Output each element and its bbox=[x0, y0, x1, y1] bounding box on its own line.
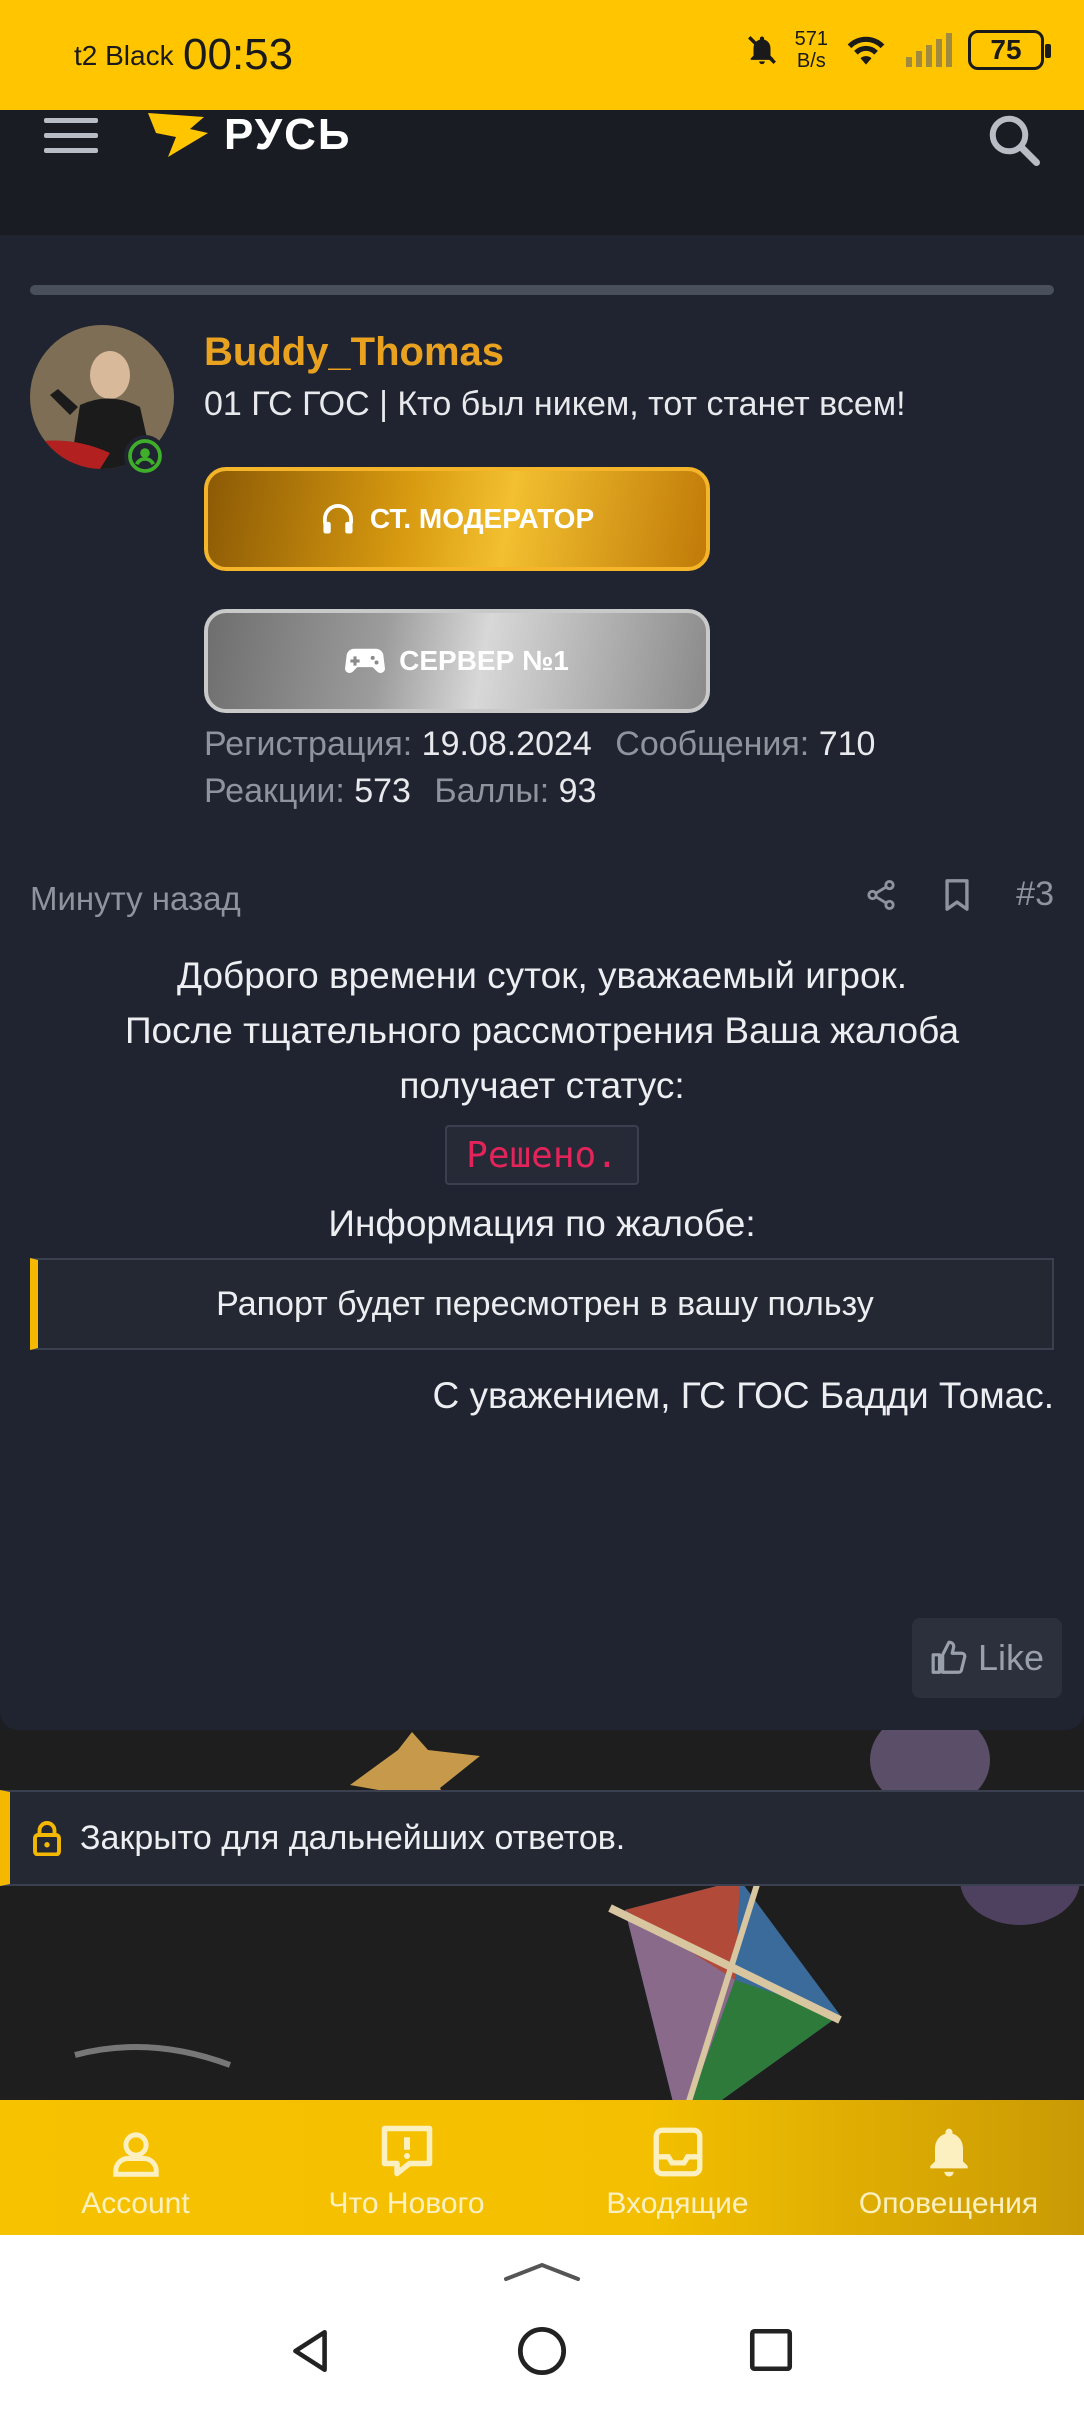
messages-value: 710 bbox=[818, 725, 876, 763]
decorative-toys-illustration bbox=[74, 1730, 1080, 2100]
gamepad-icon bbox=[345, 648, 386, 673]
user-stats-row-2: Реакции: 573 Баллы: 93 bbox=[204, 772, 611, 811]
account-icon bbox=[112, 2132, 159, 2177]
site-logo[interactable]: РУСЬ bbox=[146, 110, 352, 160]
headphones-icon bbox=[322, 504, 353, 534]
nav-account-label: Account bbox=[81, 2187, 190, 2220]
thread-locked-notice: Закрыто для дальнейших ответов. bbox=[0, 1790, 1084, 1886]
post-body-line-4: Информация по жалобе: bbox=[328, 1203, 756, 1244]
nav-inbox[interactable]: Входящие bbox=[542, 2100, 813, 2235]
user-stats-row-1: Регистрация: 19.08.2024 Сообщения: 710 bbox=[204, 725, 889, 764]
nav-alerts-label: Оповещения bbox=[858, 2187, 1039, 2220]
reactions-label: Реакции: bbox=[204, 772, 345, 810]
nav-account[interactable]: Account bbox=[0, 2100, 271, 2235]
points-label: Баллы: bbox=[434, 772, 550, 810]
badge-server: СЕРВЕР №1 bbox=[204, 609, 710, 713]
post-number[interactable]: #3 bbox=[1016, 875, 1054, 914]
registration-label: Регистрация: bbox=[204, 725, 413, 763]
nav-whats-new[interactable]: Что Нового bbox=[271, 2100, 542, 2235]
registration-value: 19.08.2024 bbox=[421, 725, 592, 763]
mute-bell-icon bbox=[747, 36, 776, 65]
badge-label: СЕРВЕР №1 bbox=[399, 645, 569, 676]
clock: 00:53 bbox=[183, 30, 294, 79]
status-icons: 571 B/s 75 bbox=[745, 28, 1051, 72]
net-speed-value: 571 bbox=[794, 28, 828, 50]
online-status-icon bbox=[124, 435, 166, 477]
recents-icon[interactable] bbox=[746, 2325, 796, 2375]
reactions-value: 573 bbox=[354, 772, 411, 810]
post-body-line-2: После тщательного рассмотрения Ваша жало… bbox=[124, 1010, 960, 1051]
home-icon[interactable] bbox=[516, 2325, 568, 2377]
status-bar: t2 Black 00:53 571 B/s 75 bbox=[0, 0, 1084, 110]
badge-senior-moderator: СТ. МОДЕРАТОР bbox=[204, 467, 710, 571]
post-signature: С уважением, ГС ГОС Бадди Томас. bbox=[432, 1375, 1054, 1416]
menu-icon[interactable] bbox=[44, 118, 98, 158]
nav-alerts[interactable]: Оповещения bbox=[813, 2100, 1084, 2235]
signal-icon bbox=[906, 33, 952, 67]
bookmark-icon[interactable] bbox=[942, 878, 972, 912]
like-label: Like bbox=[977, 1637, 1045, 1678]
bell-icon bbox=[929, 2128, 968, 2177]
share-icon[interactable] bbox=[864, 878, 898, 912]
top-navigation: РУСЬ bbox=[0, 110, 1084, 235]
back-icon[interactable] bbox=[285, 2325, 335, 2377]
system-navigation-bar bbox=[0, 2235, 1084, 2412]
post-body-line-3: получает статус: bbox=[399, 1065, 685, 1106]
search-icon[interactable] bbox=[984, 110, 1044, 170]
whats-new-icon bbox=[381, 2125, 432, 2177]
post-body-line-1: Доброго времени суток, уважаемый игрок. bbox=[177, 955, 907, 996]
post-card: Buddy_Thomas 01 ГС ГОС | Кто был никем, … bbox=[0, 235, 1084, 1730]
chevron-up-icon[interactable] bbox=[502, 2261, 582, 2283]
lock-icon bbox=[33, 1821, 61, 1856]
bottom-navigation: Account Что Нового Входящие Оповещения bbox=[0, 2100, 1084, 2235]
locked-notice-text: Закрыто для дальнейших ответов. bbox=[80, 1818, 626, 1857]
inbox-icon bbox=[653, 2127, 702, 2177]
points-value: 93 bbox=[558, 772, 597, 810]
username[interactable]: Buddy_Thomas bbox=[204, 330, 504, 375]
like-button[interactable]: Like bbox=[912, 1618, 1062, 1698]
badge-label: СТ. МОДЕРАТОР bbox=[369, 503, 595, 534]
status-resolved: Решено. bbox=[445, 1125, 639, 1185]
logo-text: РУСЬ bbox=[224, 110, 352, 159]
net-speed-unit: B/s bbox=[796, 50, 826, 72]
thumbs-up-icon bbox=[931, 1640, 967, 1674]
net-speed: 571 B/s bbox=[795, 28, 828, 72]
post-divider bbox=[30, 285, 1054, 295]
messages-label: Сообщения: bbox=[615, 725, 810, 763]
logo-mark-icon bbox=[148, 113, 208, 157]
nav-inbox-label: Входящие bbox=[606, 2187, 749, 2220]
background-decoration bbox=[0, 1730, 1084, 2100]
wifi-icon bbox=[847, 36, 885, 65]
user-title: 01 ГС ГОС | Кто был никем, тот станет вс… bbox=[204, 385, 906, 423]
nav-whats-new-label: Что Нового bbox=[328, 2187, 485, 2220]
carrier-label: t2 Black bbox=[74, 40, 174, 71]
battery-indicator: 75 bbox=[968, 30, 1051, 70]
complaint-info-quote: Рапорт будет пересмотрен в вашу пользу bbox=[30, 1258, 1054, 1350]
post-actions: #3 bbox=[864, 875, 1054, 914]
post-timestamp[interactable]: Минуту назад bbox=[30, 880, 241, 918]
